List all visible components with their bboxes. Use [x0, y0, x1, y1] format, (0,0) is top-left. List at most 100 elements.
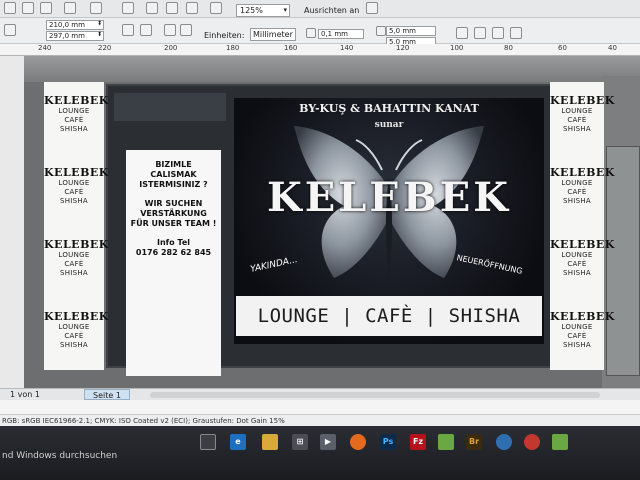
main-toolbar: 125% ▾ Ausrichten an — [0, 0, 640, 18]
side-block: KELEBEK LOUNGE CAFÈ SHISHA — [44, 310, 109, 350]
status-area — [0, 400, 640, 414]
align-to-label[interactable]: Ausrichten an — [304, 6, 359, 15]
ruler-tick: 240 — [38, 44, 52, 52]
job-line: ISTERMISINIZ ? — [139, 180, 208, 189]
horizontal-scrollbar[interactable] — [150, 392, 600, 398]
ruler-tick: 220 — [98, 44, 112, 52]
side-line: LOUNGE — [561, 251, 593, 259]
job-line: WIR SUCHEN — [144, 199, 203, 208]
color-profile-status: RGB: sRGB IEC61966-2.1; CMYK: ISO Coated… — [0, 414, 640, 426]
bridge-icon[interactable]: Br — [466, 434, 482, 450]
job-line: VERSTÄRKUNG — [140, 209, 207, 218]
job-line: BIZIMLE — [155, 160, 192, 169]
save-icon[interactable] — [40, 2, 52, 14]
nudge-field[interactable]: 0,1 mm — [318, 29, 364, 39]
horizontal-ruler[interactable]: 240 220 200 180 160 140 120 100 80 60 40 — [0, 44, 640, 56]
side-block: KELEBEK LOUNGE CAFÈ SHISHA — [550, 238, 615, 278]
explorer-icon[interactable] — [262, 434, 278, 450]
phone-number: 0176 282 62 845 — [135, 248, 212, 257]
ruler-tick: 140 — [340, 44, 354, 52]
app-icon[interactable] — [438, 434, 454, 450]
page-height-field[interactable]: 297,0 mm ⬍ — [46, 31, 104, 41]
current-page-icon[interactable] — [180, 24, 192, 36]
grid-icon[interactable] — [456, 27, 468, 39]
side-block: KELEBEK LOUNGE CAFÈ SHISHA — [44, 166, 108, 206]
ruler-tick: 160 — [284, 44, 298, 52]
publish-icon[interactable] — [166, 2, 178, 14]
windows-taskbar: nd Windows durchsuchen e ⊞ ▶ Ps Fz Br — [0, 426, 640, 480]
snap-icon[interactable] — [366, 2, 378, 14]
side-line: LOUNGE — [561, 323, 593, 331]
page-size-icon[interactable] — [4, 24, 16, 36]
import-icon[interactable] — [122, 2, 134, 14]
side-line: SHISHA — [59, 125, 89, 133]
side-block: KELEBEK LOUNGE CAFÈ SHISHA — [550, 310, 615, 350]
chevron-down-icon: ▾ — [283, 6, 287, 14]
chrome-icon[interactable] — [524, 434, 540, 450]
options-icon[interactable] — [510, 27, 522, 39]
left-side-panel[interactable]: KELEBEK LOUNGE CAFÈ SHISHA KELEBEK LOUNG… — [44, 82, 109, 370]
lounge-banner[interactable]: LOUNGE | CAFÈ | SHISHA — [236, 296, 542, 336]
portrait-icon[interactable] — [122, 24, 134, 36]
side-brand: KELEBEK — [44, 94, 109, 107]
duplicate-distance-icon — [376, 26, 386, 36]
side-brand: KELEBEK — [44, 310, 109, 323]
landscape-icon[interactable] — [140, 24, 152, 36]
app-icon[interactable] — [496, 434, 512, 450]
redo-icon[interactable] — [90, 2, 102, 14]
page-width-field[interactable]: 210,0 mm ⬍ — [46, 20, 104, 30]
side-line: SHISHA — [562, 269, 592, 277]
door-job-panel[interactable]: BIZIMLE CALISMAK ISTERMISINIZ ? WIR SUCH… — [126, 150, 221, 376]
info-label: Info Tel — [157, 238, 190, 247]
brand-logo: KELEBEK — [267, 174, 511, 221]
print-icon[interactable] — [186, 2, 198, 14]
facade-top — [24, 56, 640, 82]
taskbar-search[interactable]: nd Windows durchsuchen — [0, 448, 196, 464]
photoshop-icon[interactable]: Ps — [380, 434, 396, 450]
nudge-value: 0,1 mm — [321, 30, 348, 38]
edge-icon[interactable]: e — [230, 434, 246, 450]
side-line: CAFÈ — [567, 188, 587, 196]
page-navigation-bar: 1 von 1 Seite 1 — [0, 388, 640, 400]
nudge-icon — [306, 28, 316, 38]
guides-icon[interactable] — [474, 27, 486, 39]
undo-icon[interactable] — [64, 2, 76, 14]
app-icon[interactable] — [552, 434, 568, 450]
side-brand: KELEBEK — [44, 238, 109, 251]
export-icon[interactable] — [146, 2, 158, 14]
side-line: SHISHA — [59, 269, 89, 277]
open-icon[interactable] — [22, 2, 34, 14]
app-launcher-icon[interactable] — [210, 2, 222, 14]
byline: BY-KUŞ & BAHATTIN KANAT — [299, 102, 479, 115]
media-icon[interactable]: ▶ — [320, 434, 336, 450]
firefox-icon[interactable] — [350, 434, 366, 450]
ruler-tick: 180 — [226, 44, 240, 52]
side-brand: KELEBEK — [550, 238, 615, 251]
spinner-icon[interactable]: ⬍ — [97, 20, 102, 28]
right-side-panel[interactable]: KELEBEK LOUNGE CAFÈ SHISHA KELEBEK LOUNG… — [550, 82, 615, 370]
spinner-icon[interactable]: ⬍ — [97, 31, 102, 39]
duplicate-x-field[interactable]: 5,0 mm — [386, 26, 436, 36]
side-line: SHISHA — [59, 341, 89, 349]
side-line: LOUNGE — [561, 179, 593, 187]
transom-window — [114, 93, 226, 121]
side-line: CAFÈ — [567, 332, 587, 340]
zoom-select[interactable]: 125% ▾ — [236, 4, 290, 17]
snap-objects-icon[interactable] — [492, 27, 504, 39]
side-brand: KELEBEK — [550, 310, 615, 323]
page-counter[interactable]: 1 von 1 — [10, 389, 40, 400]
units-select[interactable]: Millimeter — [250, 28, 296, 41]
page-tab[interactable]: Seite 1 — [84, 389, 130, 400]
filezilla-icon[interactable]: Fz — [410, 434, 426, 450]
zoom-value: 125% — [240, 6, 263, 15]
side-line: LOUNGE — [58, 323, 90, 331]
job-line: CALISMAK — [150, 170, 197, 179]
all-pages-icon[interactable] — [164, 24, 176, 36]
task-view-icon[interactable] — [200, 434, 216, 450]
new-icon[interactable] — [4, 2, 16, 14]
side-line: SHISHA — [562, 341, 592, 349]
store-icon[interactable]: ⊞ — [292, 434, 308, 450]
neighbour-door — [606, 146, 640, 376]
